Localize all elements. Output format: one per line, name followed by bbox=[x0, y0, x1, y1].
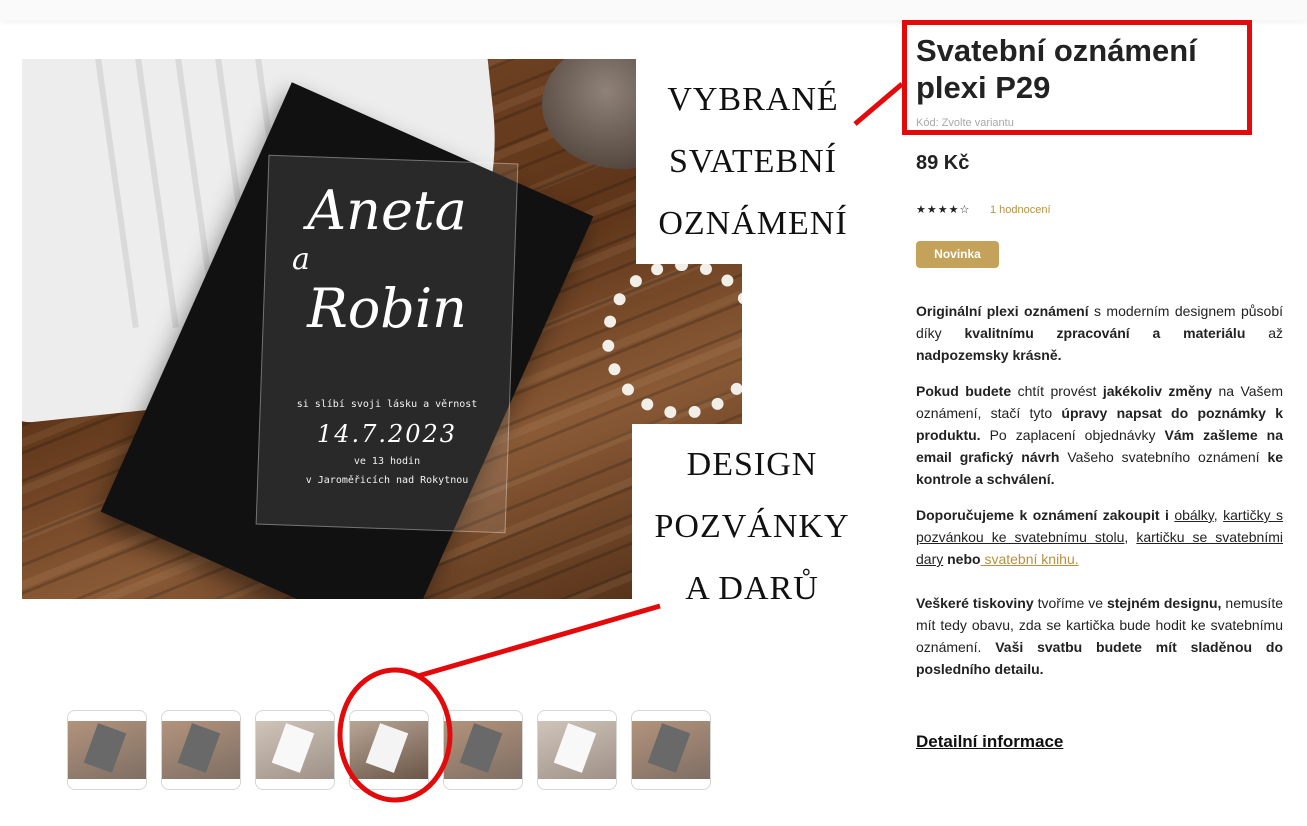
detail-info-link[interactable]: Detailní informace bbox=[916, 732, 1063, 752]
product-title-line2: plexi P29 bbox=[916, 70, 1051, 105]
thumbnail-image bbox=[350, 721, 428, 779]
recommend-or: nebo bbox=[947, 551, 981, 567]
bold-text: nadpozemsky krásně. bbox=[916, 347, 1062, 363]
thumbnail-3[interactable] bbox=[255, 710, 335, 790]
card-name-and: a bbox=[292, 242, 310, 277]
overlay-line: VYBRANÉ bbox=[667, 81, 839, 118]
card-names: Aneta a Robin bbox=[262, 179, 512, 340]
overlay-design-invitation-gifts: DESIGN POZVÁNKY A DARŮ bbox=[632, 424, 872, 620]
text: Po zaplacení objednávky bbox=[980, 427, 1165, 443]
thumbnail-4[interactable] bbox=[349, 710, 429, 790]
bold-text: stejném designu, bbox=[1106, 595, 1222, 611]
overlay-line: SVATEBNÍ bbox=[669, 143, 837, 180]
description-paragraph-2: Pokud budete chtít provést jakékoliv změ… bbox=[916, 380, 1283, 490]
thumbnail-7[interactable] bbox=[631, 710, 711, 790]
card-place: v Jaroměřicích nad Rokytnou bbox=[305, 475, 469, 486]
separator: , bbox=[1213, 507, 1218, 523]
recommend-lead: Doporučujeme k oznámení zakoupit i bbox=[916, 507, 1169, 523]
card-promise: si slíbí svoji lásku a věrnost bbox=[296, 399, 478, 410]
overlay-line: DESIGN bbox=[686, 446, 818, 483]
bold-text: Veškeré tiskoviny bbox=[916, 595, 1034, 611]
bold-text: Pokud budete bbox=[916, 383, 1012, 399]
top-bar bbox=[0, 0, 1307, 20]
bold-text: kvalitnímu zpracování a materiálu bbox=[964, 325, 1246, 341]
thumbnail-6[interactable] bbox=[537, 710, 617, 790]
thumbnail-dim bbox=[256, 711, 334, 789]
overlay-selected-announcements: VYBRANÉ SVATEBNÍ OZNÁMENÍ bbox=[636, 59, 870, 264]
card-time: ve 13 hodin bbox=[353, 456, 421, 467]
product-title-line1: Svatební oznámení bbox=[916, 33, 1197, 68]
card-details: si slíbí svoji lásku a věrnost 14.7.2023… bbox=[262, 399, 512, 486]
text: tvoříme ve bbox=[1033, 595, 1107, 611]
description-paragraph-1: Originální plexi oznámení s moderním des… bbox=[916, 300, 1283, 366]
text: až bbox=[1245, 325, 1283, 341]
link-envelopes[interactable]: obálky bbox=[1174, 507, 1213, 523]
overlay-line: POZVÁNKY bbox=[654, 508, 850, 545]
link-wedding-book[interactable]: svatební knihu. bbox=[981, 551, 1078, 567]
thumbnail-5[interactable] bbox=[443, 710, 523, 790]
card-name-1: Aneta bbox=[307, 179, 467, 242]
product-title: Svatební oznámení plexi P29 bbox=[916, 32, 1256, 106]
product-price: 89 Kč bbox=[916, 152, 970, 174]
rating-count-link[interactable]: 1 hodnocení bbox=[990, 204, 1051, 216]
thumbnail-dim bbox=[632, 711, 710, 789]
new-badge: Novinka bbox=[916, 241, 999, 268]
thumbnail-dim bbox=[538, 711, 616, 789]
overlay-line: OZNÁMENÍ bbox=[658, 205, 848, 242]
thumbnail-1[interactable] bbox=[67, 710, 147, 790]
card-date: 14.7.2023 bbox=[316, 420, 458, 448]
text: chtít provést bbox=[1011, 383, 1103, 399]
bold-text: Originální plexi oznámení bbox=[916, 303, 1089, 319]
rating-stars-icon[interactable]: ★★★★☆ bbox=[916, 203, 970, 216]
description-paragraph-4: Veškeré tiskoviny tvoříme ve stejném des… bbox=[916, 592, 1283, 680]
description-paragraph-3: Doporučujeme k oznámení zakoupit i obálk… bbox=[916, 504, 1283, 570]
separator: , bbox=[1124, 529, 1129, 545]
annotation-arrow-thumbnail bbox=[417, 603, 661, 679]
thumbnail-2[interactable] bbox=[161, 710, 241, 790]
product-code: Kód: Zvolte variantu bbox=[916, 117, 1014, 129]
thumbnail-dim bbox=[444, 711, 522, 789]
thumbnail-dim bbox=[68, 711, 146, 789]
card-name-2: Robin bbox=[307, 277, 467, 340]
overlay-line: A DARŮ bbox=[685, 570, 819, 607]
bold-text: jakékoliv změny bbox=[1102, 383, 1212, 399]
text: Vašeho svatebního oznámení bbox=[1059, 449, 1268, 465]
thumbnail-dim bbox=[162, 711, 240, 789]
